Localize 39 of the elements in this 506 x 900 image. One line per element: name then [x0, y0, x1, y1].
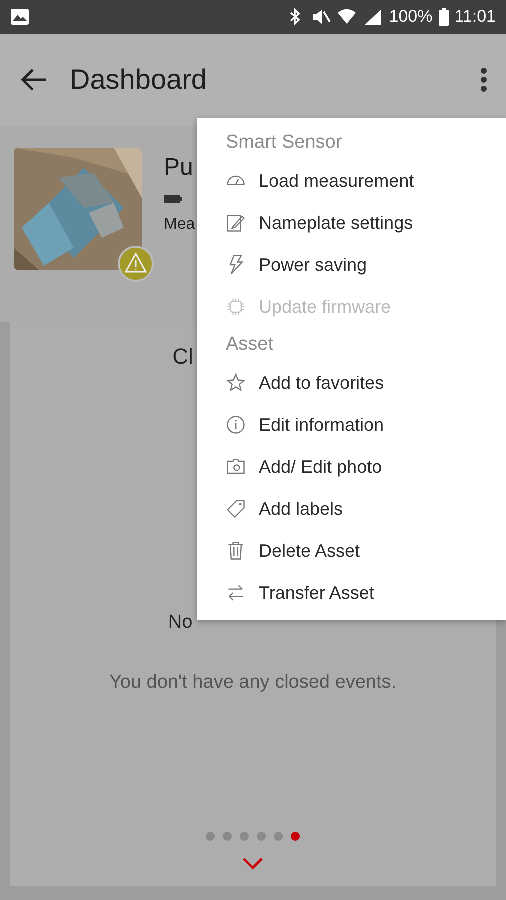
card-title: Cl [172, 344, 194, 370]
edit-icon [225, 212, 247, 234]
menu-item[interactable]: Edit information [197, 404, 506, 446]
menu-item[interactable]: Nameplate settings [197, 202, 506, 244]
battery-level-icon [164, 194, 182, 204]
menu-item[interactable]: Add/ Edit photo [197, 446, 506, 488]
page-dot[interactable] [206, 832, 215, 841]
empty-message: You don't have any closed events. [109, 672, 397, 694]
measurement-text: Mea [164, 216, 196, 234]
empty-heading: No [168, 612, 193, 634]
page-dot[interactable] [274, 832, 283, 841]
star-icon [225, 372, 247, 394]
page-dot[interactable] [291, 832, 300, 841]
back-arrow-icon[interactable] [20, 68, 48, 92]
menu-section-header: Smart Sensor [225, 131, 344, 155]
menu-item[interactable]: Transfer Asset [197, 572, 506, 614]
menu-section-header: Asset [225, 333, 275, 357]
page-dot[interactable] [240, 832, 249, 841]
tag-icon [225, 498, 247, 520]
gallery-icon [10, 8, 30, 26]
asset-name: Pu [164, 154, 194, 182]
menu-item[interactable]: Delete Asset [197, 530, 506, 572]
battery-percent: 100% [389, 7, 433, 27]
signal-icon [363, 8, 384, 26]
chevron-down-icon[interactable] [242, 857, 264, 871]
menu-item[interactable]: Add labels [197, 488, 506, 530]
menu-item[interactable]: Power saving [197, 244, 506, 286]
page-dot[interactable] [223, 832, 232, 841]
screen-title: Dashboard [70, 64, 208, 96]
info-icon [225, 414, 247, 436]
mute-icon [311, 8, 332, 26]
battery-icon [438, 8, 449, 26]
chip-icon [225, 296, 247, 318]
wifi-icon [337, 8, 358, 26]
overflow-menu-icon[interactable] [480, 67, 488, 93]
clock: 11:01 [454, 7, 496, 27]
menu-item[interactable]: Load measurement [197, 160, 506, 202]
page-dot[interactable] [257, 832, 266, 841]
menu-item[interactable]: Add to favorites [197, 362, 506, 404]
